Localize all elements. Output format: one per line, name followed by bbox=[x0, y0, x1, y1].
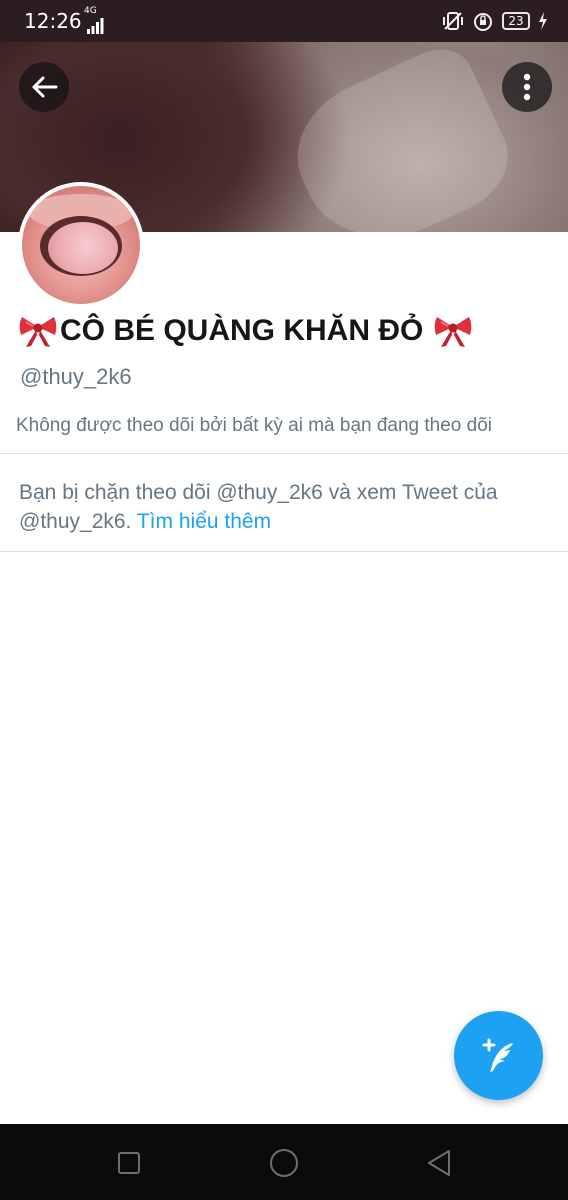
arrow-left-icon bbox=[32, 76, 58, 98]
compose-tweet-icon bbox=[482, 1038, 513, 1072]
network-type: 4G bbox=[84, 6, 97, 16]
status-bar: 12:26 4G 23 bbox=[0, 0, 568, 42]
more-vertical-icon bbox=[523, 73, 531, 101]
blocked-notice: Bạn bị chặn theo dõi @thuy_2k6 và xem Tw… bbox=[19, 478, 559, 536]
divider bbox=[0, 453, 568, 454]
followed-by-text: Không được theo dõi bởi bất kỳ ai mà bạn… bbox=[16, 415, 493, 436]
recent-apps-icon bbox=[118, 1152, 140, 1174]
banner-image-detail bbox=[275, 42, 525, 232]
display-name: CÔ BÉ QUÀNG KHĂN ĐỎ bbox=[18, 313, 473, 349]
battery-indicator: 23 bbox=[502, 12, 530, 30]
status-icons: 23 bbox=[442, 8, 548, 34]
ribbon-bow-icon bbox=[19, 317, 57, 347]
learn-more-link[interactable]: Tìm hiểu thêm bbox=[137, 510, 271, 533]
more-options-button[interactable] bbox=[502, 62, 552, 112]
alarm-icon bbox=[474, 13, 492, 31]
home-icon bbox=[270, 1149, 298, 1177]
charging-icon bbox=[539, 12, 547, 30]
system-back-button[interactable] bbox=[422, 1146, 456, 1180]
back-icon bbox=[428, 1150, 450, 1176]
system-nav-bar bbox=[0, 1124, 568, 1200]
home-button[interactable] bbox=[267, 1146, 301, 1180]
avatar-image bbox=[22, 186, 140, 304]
divider bbox=[0, 551, 568, 552]
compose-tweet-button[interactable] bbox=[454, 1011, 543, 1100]
profile-handle: @thuy_2k6 bbox=[20, 364, 132, 389]
vibrate-icon bbox=[443, 12, 463, 30]
signal-icon bbox=[87, 18, 104, 34]
avatar[interactable] bbox=[18, 182, 144, 308]
recent-apps-button[interactable] bbox=[112, 1146, 146, 1180]
back-button[interactable] bbox=[19, 62, 69, 112]
display-name-text: CÔ BÉ QUÀNG KHĂN ĐỎ bbox=[60, 314, 424, 347]
ribbon-bow-icon bbox=[435, 317, 472, 347]
status-time: 12:26 bbox=[24, 9, 82, 33]
